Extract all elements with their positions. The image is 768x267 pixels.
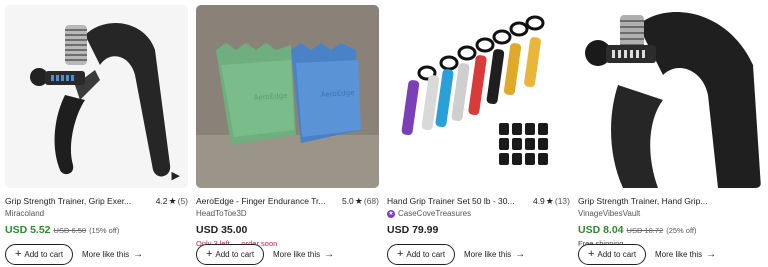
shop-name-text: CaseCoveTreasures (398, 209, 472, 218)
plus-icon: + (205, 248, 213, 260)
review-count: (68) (363, 195, 379, 206)
star-icon: ★ (545, 195, 554, 206)
price-row: USD 79.99 (387, 224, 570, 238)
hand-gripper-image (5, 5, 188, 188)
arrow-right-icon: → (133, 249, 144, 260)
hand-grip-trainer-set-image (387, 5, 570, 188)
plus-icon: + (396, 248, 404, 260)
discount-label: (15% off) (89, 226, 120, 235)
more-like-this-link[interactable]: More like this → (464, 249, 525, 260)
add-to-cart-label: Add to cart (215, 250, 255, 259)
sale-price: USD 5.52 (5, 224, 51, 236)
product-image[interactable]: ▶ (5, 5, 188, 188)
review-count: (5) (177, 195, 188, 206)
shop-name[interactable]: VinageVibesVault (578, 208, 761, 219)
price-row: USD 5.52 USD 6.50 (15% off) (5, 224, 188, 238)
product-image[interactable] (387, 5, 570, 188)
product-image[interactable]: AeroEdge AeroEdge (196, 5, 379, 188)
add-to-cart-label: Add to cart (406, 250, 446, 259)
rating: 4.2★(5) (156, 196, 188, 207)
price-row: USD 8.04 USD 10.72 (25% off) (578, 224, 761, 238)
finger-endurance-pads-image: AeroEdge AeroEdge (196, 5, 379, 188)
rating-value: 4.9 (532, 195, 545, 206)
product-card[interactable]: AeroEdge AeroEdge AeroEdge - Finger Endu… (196, 5, 379, 265)
more-like-this-link[interactable]: More like this → (655, 249, 716, 260)
product-card[interactable]: Grip Strength Trainer, Hand Grip... Vina… (578, 5, 761, 265)
rating-value: 4.2 (155, 195, 168, 206)
shop-name-text: VinageVibesVault (578, 209, 641, 218)
product-image[interactable] (578, 5, 761, 188)
arrow-right-icon: → (324, 249, 335, 260)
more-like-this-label: More like this (82, 250, 130, 259)
add-to-cart-button[interactable]: + Add to cart (578, 244, 646, 265)
product-title[interactable]: Grip Strength Trainer, Hand Grip... (578, 196, 761, 206)
star-icon: ★ (354, 195, 363, 206)
product-card[interactable]: ▶ Grip Strength Trainer, Grip Exer... 4.… (5, 5, 188, 265)
hand-gripper-closeup-image (578, 5, 761, 188)
card-actions: + Add to cart More like this → (5, 244, 188, 265)
price: USD 79.99 (387, 224, 439, 236)
star-seller-badge-icon: ★ (387, 209, 395, 218)
card-actions: + Add to cart More like this → (196, 244, 379, 265)
arrow-right-icon: → (706, 249, 717, 260)
card-actions: + Add to cart More like this → (387, 244, 570, 265)
plus-icon: + (14, 248, 22, 260)
add-to-cart-label: Add to cart (24, 250, 64, 259)
star-icon: ★ (168, 195, 177, 206)
more-like-this-label: More like this (464, 250, 512, 259)
original-price: USD 10.72 (626, 226, 664, 235)
rating: 4.9★(13) (533, 196, 570, 207)
rating-value: 5.0 (341, 195, 354, 206)
more-like-this-link[interactable]: More like this → (273, 249, 334, 260)
shop-name-text: Miracoland (5, 209, 45, 218)
arrow-right-icon: → (515, 249, 526, 260)
more-like-this-label: More like this (273, 250, 321, 259)
add-to-cart-button[interactable]: + Add to cart (5, 244, 73, 265)
price-row: USD 35.00 (196, 224, 379, 238)
more-like-this-link[interactable]: More like this → (82, 249, 143, 260)
review-count: (13) (554, 195, 570, 206)
shop-name-text: HeadToToe3D (196, 209, 247, 218)
more-like-this-label: More like this (655, 250, 703, 259)
price: USD 35.00 (196, 224, 248, 236)
play-icon[interactable]: ▶ (172, 169, 180, 182)
discount-label: (25% off) (666, 226, 697, 235)
rating: 5.0★(68) (342, 196, 379, 207)
original-price: USD 6.50 (53, 226, 87, 235)
plus-icon: + (587, 248, 595, 260)
sale-price: USD 8.04 (578, 224, 624, 236)
add-to-cart-button[interactable]: + Add to cart (387, 244, 455, 265)
shop-name[interactable]: ★ CaseCoveTreasures (387, 208, 570, 219)
add-to-cart-label: Add to cart (597, 250, 637, 259)
shop-name[interactable]: Miracoland (5, 208, 188, 219)
product-card[interactable]: Hand Grip Trainer Set 50 lb - 30... 4.9★… (387, 5, 570, 265)
add-to-cart-button[interactable]: + Add to cart (196, 244, 264, 265)
card-actions: + Add to cart More like this → (578, 244, 761, 265)
product-title[interactable]: Grip Strength Trainer, Grip Exer... (5, 196, 152, 206)
product-title[interactable]: Hand Grip Trainer Set 50 lb - 30... (387, 196, 529, 206)
shop-name[interactable]: HeadToToe3D (196, 208, 379, 219)
product-title[interactable]: AeroEdge - Finger Endurance Tr... (196, 196, 338, 206)
